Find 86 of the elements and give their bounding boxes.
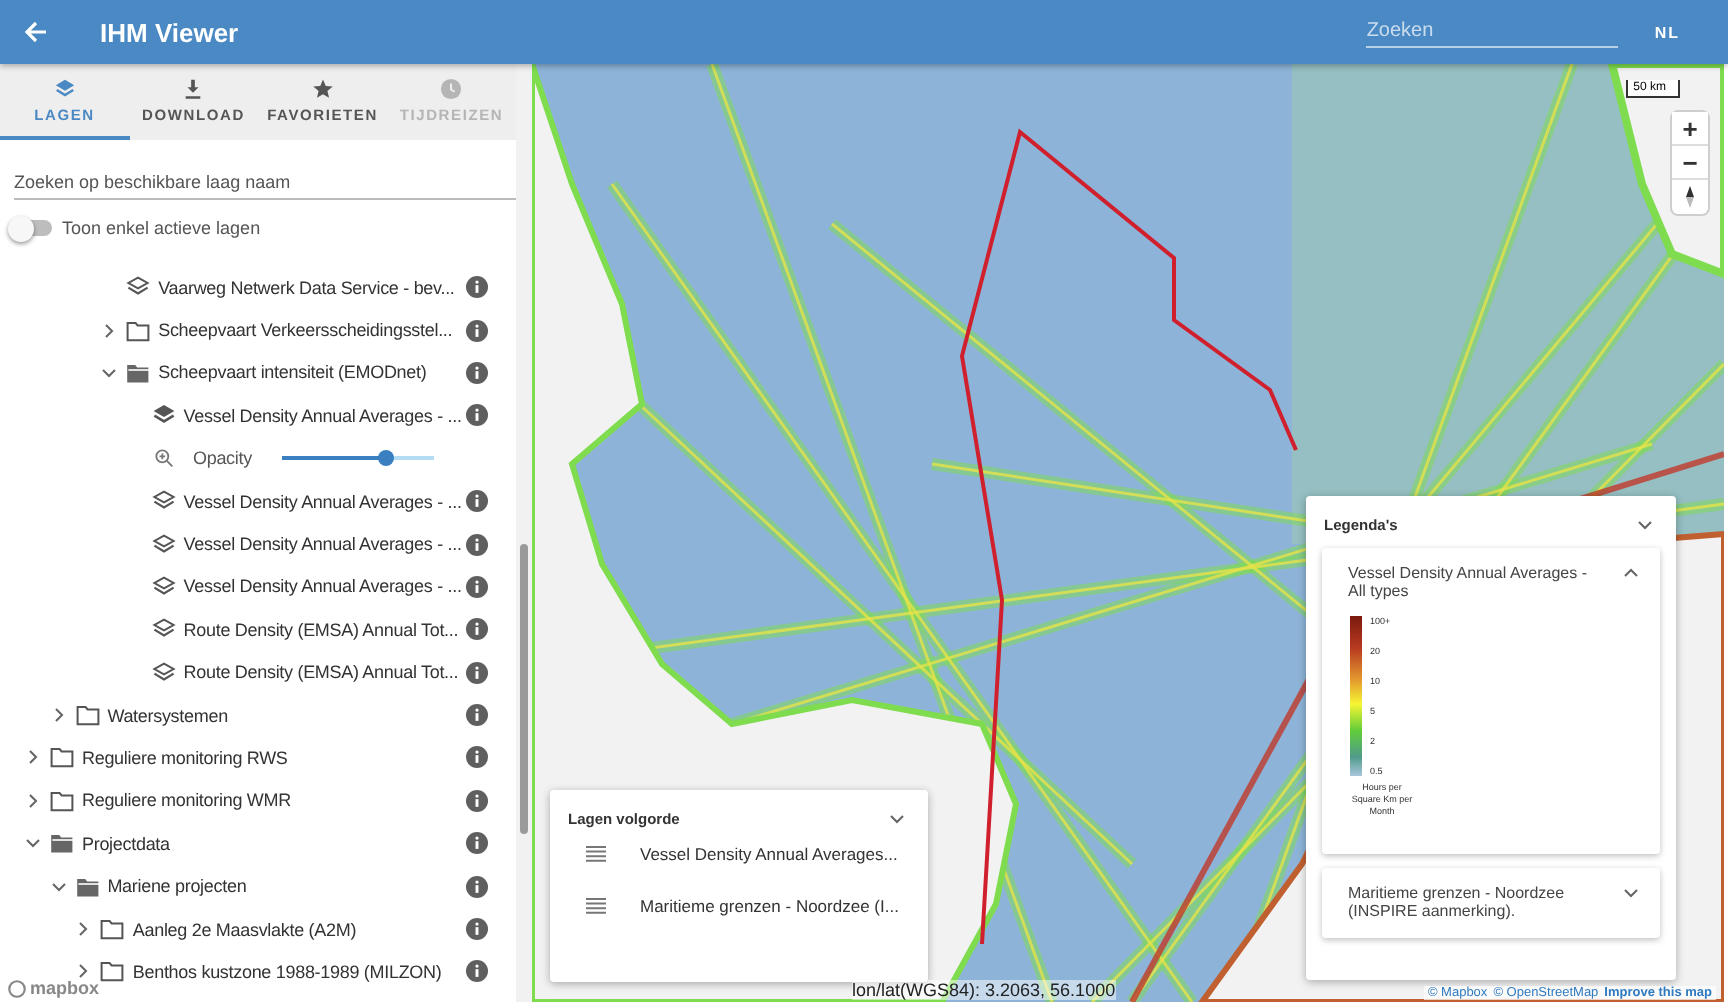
zoom-in-button[interactable]: +: [1672, 112, 1708, 146]
info-icon[interactable]: [466, 319, 488, 342]
chevron-icon[interactable]: [1622, 883, 1640, 902]
info-icon[interactable]: [466, 960, 488, 983]
folder-icon: [100, 918, 125, 941]
folder-icon: [50, 789, 74, 812]
download-icon: [182, 77, 205, 99]
folder-label[interactable]: Aanleg 2e Maasvlakte (A2M): [132, 919, 357, 940]
folder-icon: [100, 960, 125, 983]
layers-outline-icon[interactable]: [151, 661, 176, 684]
chevron-icon[interactable]: [24, 834, 42, 853]
layers-outline-icon[interactable]: [151, 490, 176, 513]
layers-outline-icon[interactable]: [126, 276, 151, 299]
folder-label[interactable]: Watersystemen: [107, 705, 228, 726]
opacity-label: Opacity: [193, 448, 252, 469]
info-icon[interactable]: [466, 618, 488, 641]
info-icon[interactable]: [466, 404, 488, 427]
open-folder-icon: [126, 361, 151, 384]
folder-label[interactable]: Projectdata: [82, 833, 170, 854]
back-arrow-icon[interactable]: [24, 20, 48, 44]
info-icon[interactable]: [466, 575, 488, 598]
info-icon[interactable]: [466, 704, 488, 727]
layer-label[interactable]: Vessel Density Annual Averages - ...: [183, 405, 462, 426]
folder-label[interactable]: Reguliere monitoring RWS: [82, 747, 288, 768]
drag-handle-icon[interactable]: [586, 898, 606, 914]
layers-icon[interactable]: [151, 404, 176, 427]
layer-label[interactable]: Route Density (EMSA) Annual Tot...: [183, 662, 459, 683]
logo-icon: [8, 979, 26, 997]
folder-label[interactable]: Mariene projecten: [107, 876, 247, 897]
folder-label[interactable]: Scheepvaart Verkeersscheidingsstel...: [158, 320, 453, 341]
layers-outline-icon[interactable]: [151, 618, 176, 641]
layers-outline-icon[interactable]: [151, 533, 176, 556]
chevron-icon[interactable]: [74, 962, 93, 981]
folder-icon: [126, 319, 151, 342]
clock-icon: [440, 77, 463, 99]
info-icon[interactable]: [466, 490, 488, 513]
info-icon[interactable]: [466, 276, 488, 299]
toggle-label: Toon enkel actieve lagen: [62, 218, 261, 238]
folder-label[interactable]: Reguliere monitoring WMR: [82, 790, 291, 811]
layer-order-item[interactable]: Maritieme grenzen - Noordzee (I...: [640, 896, 899, 916]
open-folder-icon: [75, 875, 100, 898]
chevron-icon[interactable]: [24, 791, 42, 810]
logo-text: mapbox: [30, 978, 100, 998]
layer-label[interactable]: Vaarweg Netwerk Data Service - bev...: [158, 277, 455, 298]
coordinates-text: lon/lat(WGS84): 3.2063, 56.1000: [852, 980, 1116, 1000]
language-button[interactable]: NL: [1654, 23, 1680, 41]
legend-card-title[interactable]: Vessel Density Annual Averages - All types: [1348, 564, 1608, 600]
folder-icon: [50, 746, 74, 769]
layers-icon: [53, 77, 76, 99]
folder-label[interactable]: Scheepvaart intensiteit (EMODnet): [158, 362, 427, 383]
layers-outline-icon[interactable]: [151, 575, 176, 598]
chevron-icon[interactable]: [1636, 516, 1654, 534]
info-icon[interactable]: [466, 789, 488, 812]
info-icon[interactable]: [466, 918, 488, 941]
chevron-icon[interactable]: [100, 321, 119, 340]
zoom-icon: [153, 448, 173, 469]
info-icon[interactable]: [466, 661, 488, 684]
star-icon: [311, 77, 334, 99]
layer-label[interactable]: Vessel Density Annual Averages - ...: [183, 534, 462, 555]
layer-label[interactable]: Route Density (EMSA) Annual Tot...: [183, 619, 459, 640]
chevron-icon[interactable]: [49, 877, 68, 896]
opacity-slider[interactable]: [281, 456, 434, 461]
chevron-icon[interactable]: [100, 363, 119, 382]
layer-label[interactable]: Vessel Density Annual Averages - ...: [183, 576, 462, 597]
info-icon[interactable]: [466, 875, 488, 898]
scrollbar[interactable]: [516, 64, 532, 1002]
drag-handle-icon[interactable]: [586, 846, 606, 862]
app-title: IHM Viewer: [100, 17, 239, 47]
map-logo[interactable]: mapbox: [4, 978, 104, 998]
chevron-icon[interactable]: [1622, 564, 1640, 582]
folder-icon: [75, 704, 100, 727]
toggle-switch[interactable]: [12, 220, 52, 236]
open-folder-icon: [50, 832, 74, 855]
chevron-icon[interactable]: [24, 748, 42, 767]
layer-order-item[interactable]: Vessel Density Annual Averages...: [640, 844, 898, 864]
info-icon[interactable]: [466, 832, 488, 855]
info-icon[interactable]: [466, 746, 488, 769]
info-icon[interactable]: [466, 533, 488, 556]
layer-label[interactable]: Vessel Density Annual Averages - ...: [183, 491, 462, 512]
search-field[interactable]: Zoeken: [1366, 16, 1619, 48]
chevron-icon[interactable]: [49, 706, 68, 725]
chevron-icon[interactable]: [74, 920, 93, 939]
legend-card-title[interactable]: Maritieme grenzen - Noordzee (INSPIRE aanmerking).: [1348, 883, 1608, 920]
folder-label[interactable]: Benthos kustzone 1988-1989 (MILZON): [132, 961, 442, 982]
chevron-icon[interactable]: [888, 810, 906, 828]
info-icon[interactable]: [466, 361, 488, 384]
